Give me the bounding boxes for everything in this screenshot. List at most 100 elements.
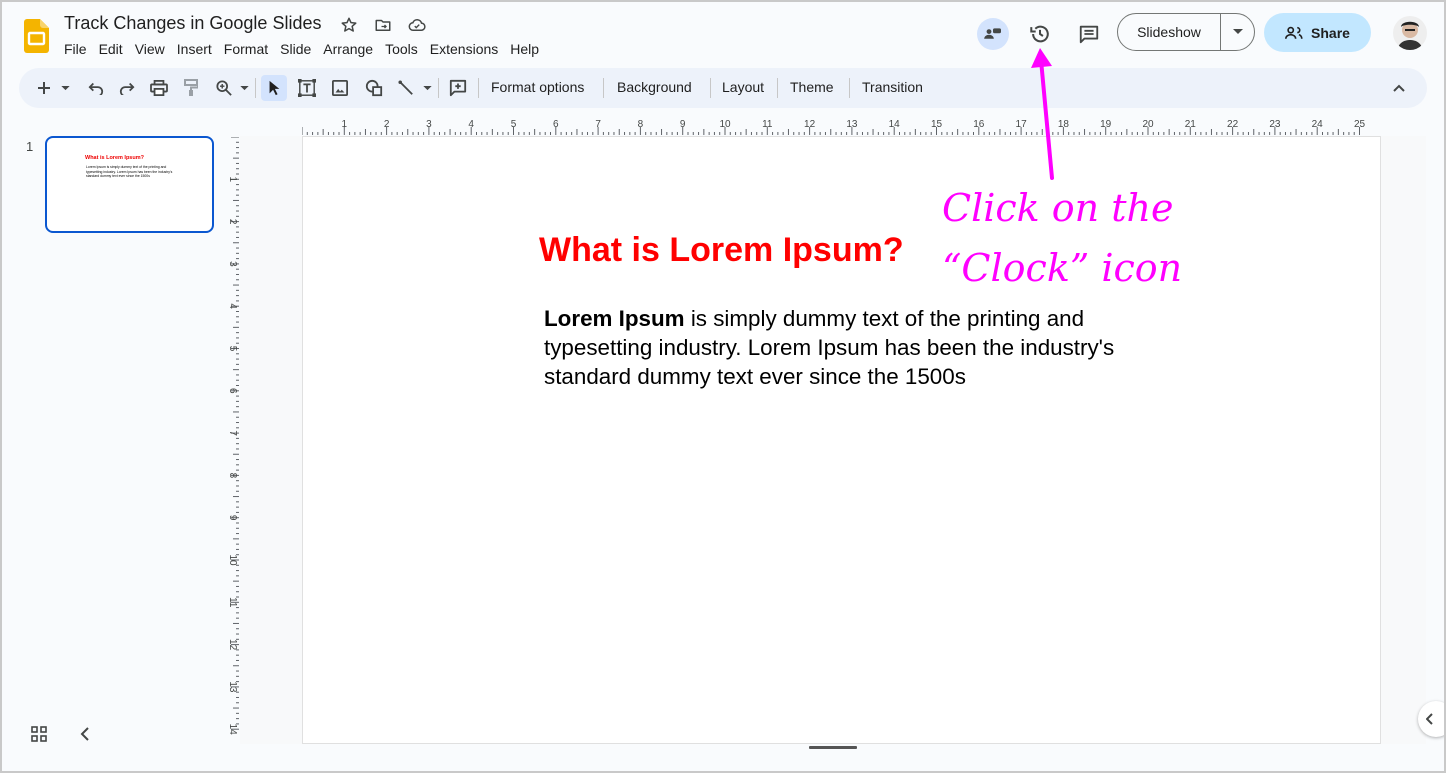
print-icon[interactable] [149,77,169,99]
ruler-label: 14 [889,119,901,130]
ruler-label: 19 [1100,119,1112,130]
speaker-notes-handle[interactable] [809,746,857,749]
menu-slide[interactable]: Slide [274,40,317,58]
ruler-label: 8 [227,473,238,479]
ruler-label: 3 [227,261,238,267]
format-options-button[interactable]: Format options [491,79,584,95]
meet-button[interactable] [977,18,1009,50]
line-icon[interactable] [397,77,415,99]
ruler-label: 21 [1185,119,1197,130]
layout-button[interactable]: Layout [722,79,764,95]
comments-icon [1079,25,1099,44]
ruler-label: 15 [931,119,943,130]
thumbnail-title: What is Lorem Ipsum? [85,155,144,161]
chevron-down-icon [1232,29,1243,34]
vertical-ruler[interactable]: 1234567891011121314 [220,137,240,743]
chevron-left-icon[interactable] [80,726,90,747]
collapse-icon[interactable] [1389,77,1409,99]
ruler-label: 25 [1354,119,1366,130]
slideshow-button-group: Slideshow [1117,13,1255,51]
ruler-label: 10 [227,554,238,566]
select-icon[interactable] [261,75,287,101]
chevron-down-icon[interactable] [422,77,432,99]
star-icon[interactable] [339,14,359,36]
slideshow-options-button[interactable] [1221,29,1254,35]
slideshow-button[interactable]: Slideshow [1118,13,1221,51]
new-slide-icon[interactable] [36,77,52,99]
move-folder-icon[interactable] [373,14,393,36]
menu-arrange[interactable]: Arrange [317,40,379,58]
ruler-label: 3 [426,119,432,130]
share-person-icon [1285,26,1303,39]
meet-icon [984,28,1001,39]
annotation-arrow [1031,48,1054,180]
side-panel-expand-button[interactable] [1418,701,1446,737]
chevron-left-icon [1426,713,1433,725]
ruler-label: 13 [846,119,858,130]
theme-button[interactable]: Theme [790,79,834,95]
menu-file[interactable]: File [58,40,93,58]
ruler-label: 24 [1312,119,1324,130]
comment-add-icon[interactable] [448,77,468,99]
ruler-label: 4 [227,303,238,309]
slide-title[interactable]: What is Lorem Ipsum? [539,231,904,270]
text-box-icon[interactable] [297,77,317,99]
ruler-label: 9 [227,515,238,521]
paint-format-icon[interactable] [182,77,200,99]
annotation-line-1: Click on the [942,186,1174,230]
ruler-label: 11 [762,119,773,130]
menu-help[interactable]: Help [504,40,545,58]
slide-canvas[interactable]: What is Lorem Ipsum? Lorem Ipsum is simp… [303,137,1380,743]
annotation-line-2: “Clock” icon [942,246,1183,290]
ruler-label: 10 [719,119,731,130]
ruler-label: 2 [227,219,238,225]
ruler-label: 16 [973,119,985,130]
horizontal-ruler[interactable]: 1 2 3 4 5 6 7 8 9 10 11 12 13 14 15 16 17 18 19 20 21 22 23 24 2… [302,116,1378,136]
document-title[interactable]: Track Changes in Google Slides [64,13,321,34]
ruler-label: 11 [227,597,238,608]
cloud-saved-icon[interactable] [407,14,427,36]
account-avatar[interactable] [1393,16,1427,50]
comments-button[interactable] [1073,18,1105,50]
ruler-label: 8 [638,119,644,130]
ruler-label: 1 [342,119,348,130]
slide-body-text[interactable]: Lorem Ipsum is simply dummy text of the … [544,304,1144,391]
ruler-label: 5 [227,346,238,352]
slide-number: 1 [26,139,34,154]
menu-insert[interactable]: Insert [171,40,218,58]
ruler-label: 1 [227,177,238,183]
annotation-text: Click on the “Clock” icon [942,178,1182,298]
share-button[interactable]: Share [1264,13,1371,52]
body-bold-text: Lorem Ipsum [544,306,685,331]
ruler-label: 23 [1269,119,1281,130]
ruler-label: 14 [227,724,238,736]
chevron-down-icon[interactable] [60,77,70,99]
ruler-label: 9 [680,119,686,130]
ruler-label: 12 [804,119,816,130]
ruler-label: 12 [227,639,238,651]
redo-icon[interactable] [118,77,136,99]
ruler-label: 5 [511,119,517,130]
menu-extensions[interactable]: Extensions [424,40,504,58]
slides-logo[interactable] [24,19,49,53]
grid-view-icon[interactable] [31,726,47,747]
menu-view[interactable]: View [129,40,171,58]
history-clock-icon [1030,25,1049,43]
ruler-label: 6 [553,119,559,130]
shape-icon[interactable] [364,77,384,99]
menu-edit[interactable]: Edit [93,40,129,58]
ruler-label: 2 [384,119,390,130]
transition-button[interactable]: Transition [862,79,923,95]
slide-thumbnail[interactable]: What is Lorem Ipsum? Lorem Ipsum is simp… [45,136,214,233]
ruler-label: 20 [1142,119,1154,130]
menu-tools[interactable]: Tools [379,40,424,58]
background-button[interactable]: Background [617,79,692,95]
menu-format[interactable]: Format [218,40,274,58]
chevron-down-icon[interactable] [239,77,249,99]
ruler-label: 7 [227,430,238,436]
thumbnail-body: Lorem Ipsum is simply dummy text of the … [86,165,173,179]
ruler-label: 13 [227,681,238,693]
image-icon[interactable] [331,77,349,99]
undo-icon[interactable] [87,77,105,99]
zoom-icon[interactable] [215,77,233,99]
